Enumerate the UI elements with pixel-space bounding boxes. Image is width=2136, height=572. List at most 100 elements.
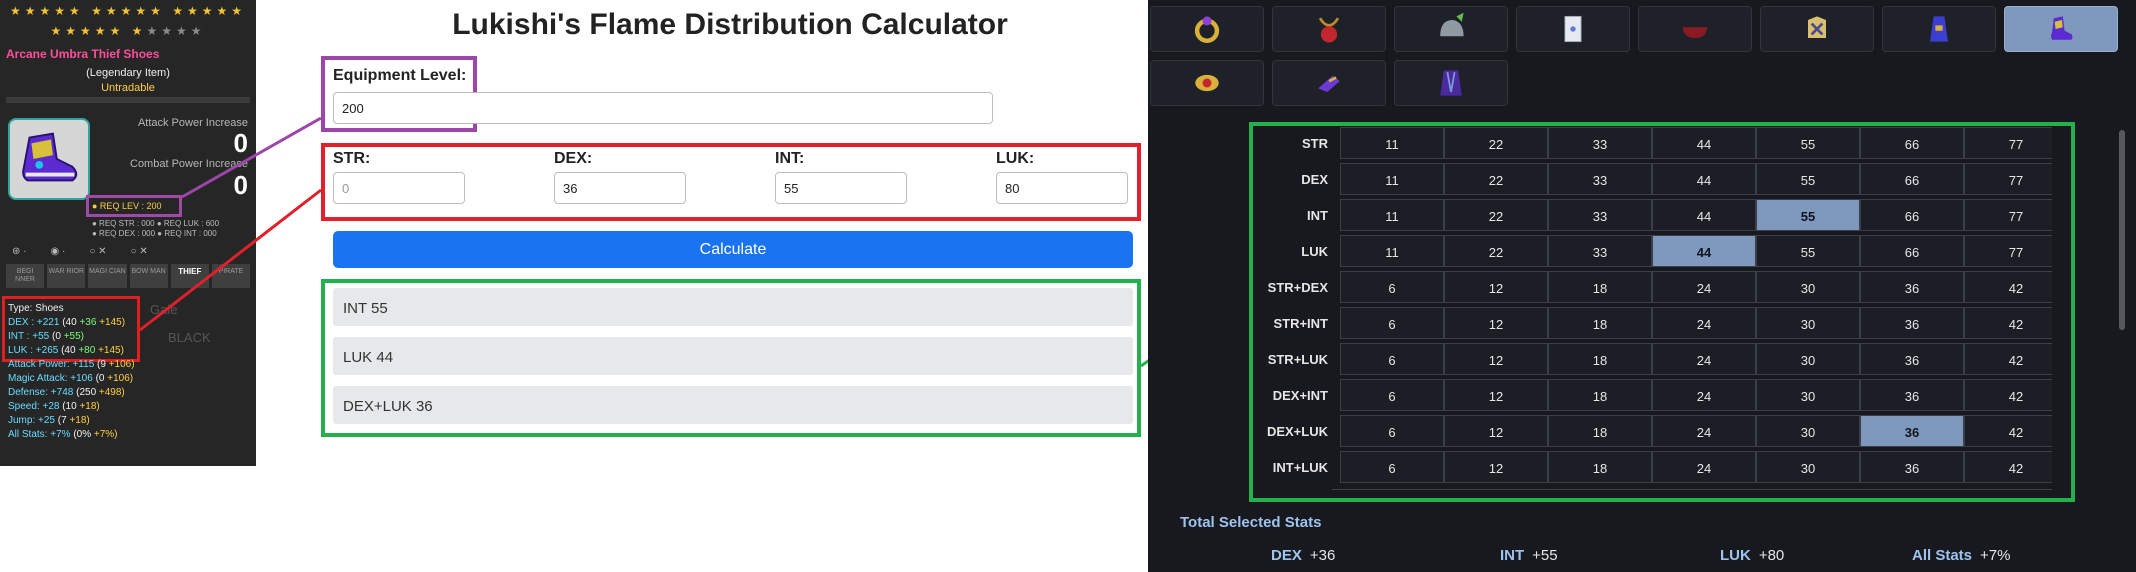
calculate-button[interactable]: Calculate <box>333 231 1133 268</box>
grid-cell[interactable]: 66 <box>1860 127 1964 159</box>
equipment-level-input[interactable] <box>333 92 993 124</box>
grid-cell[interactable]: 11 <box>1340 127 1444 159</box>
grid-cell[interactable]: 18 <box>1548 307 1652 339</box>
grid-cell[interactable]: 55 <box>1756 199 1860 231</box>
grid-cell[interactable]: 18 <box>1548 379 1652 411</box>
grid-cell[interactable]: 66 <box>1860 199 1964 231</box>
grid-cell[interactable]: 6 <box>1340 451 1444 483</box>
grid-cell[interactable]: 22 <box>1444 163 1548 195</box>
equip-tile-armor[interactable] <box>1760 6 1874 52</box>
equip-tile-shoes[interactable] <box>2004 6 2118 52</box>
int-label: INT: <box>775 150 805 167</box>
grid-cell[interactable]: 22 <box>1444 199 1548 231</box>
grid-cell[interactable]: 11 <box>1340 235 1444 267</box>
grid-cell[interactable]: 18 <box>1548 271 1652 303</box>
grid-cell[interactable]: 77 <box>1964 199 2052 231</box>
grid-cell[interactable]: 42 <box>1964 451 2052 483</box>
grid-cell[interactable]: 6 <box>1340 379 1444 411</box>
grid-cell[interactable]: 30 <box>1756 415 1860 447</box>
grid-cell[interactable]: 33 <box>1548 163 1652 195</box>
grid-cell[interactable]: 77 <box>1964 235 2052 267</box>
grid-cell[interactable]: 36 <box>1860 451 1964 483</box>
grid-row-label: STR <box>1302 136 1328 151</box>
grid-cell[interactable]: 30 <box>1756 451 1860 483</box>
cape-icon <box>1440 70 1462 96</box>
equip-tile-pendant[interactable] <box>1272 6 1386 52</box>
grid-cell[interactable]: 36 <box>1860 307 1964 339</box>
job-thief: THIEF <box>170 264 209 288</box>
grid-cell[interactable]: 24 <box>1652 271 1756 303</box>
grid-cell[interactable]: 24 <box>1652 415 1756 447</box>
grid-cell[interactable]: 42 <box>1964 415 2052 447</box>
grid-cell[interactable]: 30 <box>1756 307 1860 339</box>
equip-tile-ring[interactable] <box>1150 6 1264 52</box>
grid-cell[interactable]: 18 <box>1548 343 1652 375</box>
dex-field-group: DEX: <box>554 148 704 204</box>
grid-cell[interactable]: 18 <box>1548 451 1652 483</box>
grid-cell[interactable]: 12 <box>1444 415 1548 447</box>
grid-scrollbar[interactable] <box>2119 130 2125 330</box>
grid-cell[interactable]: 44 <box>1652 199 1756 231</box>
grid-cell[interactable]: 18 <box>1548 415 1652 447</box>
grid-cell[interactable]: 11 <box>1340 199 1444 231</box>
grid-cell[interactable]: 77 <box>1964 163 2052 195</box>
grid-cell[interactable]: 36 <box>1860 415 1964 447</box>
grid-row-dex-luk: DEX+LUK 6 12 18 24 30 36 42 <box>1252 415 2052 447</box>
grid-cell[interactable]: 12 <box>1444 343 1548 375</box>
grid-cell[interactable]: 12 <box>1444 379 1548 411</box>
equip-tile-card[interactable] <box>1516 6 1630 52</box>
grid-cell[interactable]: 12 <box>1444 451 1548 483</box>
grid-cell[interactable]: 12 <box>1444 307 1548 339</box>
grid-cell[interactable]: 24 <box>1652 307 1756 339</box>
grid-cell[interactable]: 33 <box>1548 235 1652 267</box>
grid-cell[interactable]: 66 <box>1860 235 1964 267</box>
grid-cell[interactable]: 42 <box>1964 307 2052 339</box>
armor-icon <box>1808 16 1826 38</box>
star-force-row-2: ★★★★★ ★★★★★ <box>50 24 206 38</box>
grid-cell[interactable]: 36 <box>1860 271 1964 303</box>
grid-cell[interactable]: 22 <box>1444 127 1548 159</box>
equip-tile-belt[interactable] <box>1150 60 1264 106</box>
tooltip-divider <box>6 97 250 103</box>
grid-cell[interactable]: 77 <box>1964 127 2052 159</box>
grid-cell[interactable]: 44 <box>1652 235 1756 267</box>
str-input[interactable] <box>333 172 465 204</box>
int-input[interactable] <box>775 172 907 204</box>
grid-cell[interactable]: 6 <box>1340 307 1444 339</box>
grid-cell[interactable]: 55 <box>1756 163 1860 195</box>
grid-cell[interactable]: 33 <box>1548 199 1652 231</box>
grid-cell[interactable]: 44 <box>1652 163 1756 195</box>
grid-cell[interactable]: 55 <box>1756 235 1860 267</box>
grid-cell[interactable]: 30 <box>1756 379 1860 411</box>
grid-cell[interactable]: 24 <box>1652 451 1756 483</box>
grid-cell[interactable]: 24 <box>1652 343 1756 375</box>
grid-cell[interactable]: 6 <box>1340 415 1444 447</box>
dex-input[interactable] <box>554 172 686 204</box>
grid-cell[interactable]: 36 <box>1860 379 1964 411</box>
equip-tile-robe[interactable] <box>1882 6 1996 52</box>
equip-tile-glove[interactable] <box>1272 60 1386 106</box>
job-row: BEGI NNER WAR RIOR MAGI CIAN BOW MAN THI… <box>6 264 251 288</box>
grid-cell[interactable]: 6 <box>1340 271 1444 303</box>
grid-cell[interactable]: 12 <box>1444 271 1548 303</box>
equip-tile-cape[interactable] <box>1394 60 1508 106</box>
grid-cell[interactable]: 42 <box>1964 343 2052 375</box>
equip-tile-hat[interactable] <box>1638 6 1752 52</box>
grid-cell[interactable]: 30 <box>1756 271 1860 303</box>
grid-cell[interactable]: 66 <box>1860 163 1964 195</box>
grid-cell[interactable]: 36 <box>1860 343 1964 375</box>
shoes-icon <box>22 132 78 182</box>
grid-cell[interactable]: 33 <box>1548 127 1652 159</box>
grid-cell[interactable]: 6 <box>1340 343 1444 375</box>
grid-cell[interactable]: 44 <box>1652 127 1756 159</box>
luk-input[interactable] <box>996 172 1128 204</box>
dex-label: DEX: <box>554 150 593 167</box>
grid-cell[interactable]: 24 <box>1652 379 1756 411</box>
equip-tile-helmet[interactable] <box>1394 6 1508 52</box>
grid-cell[interactable]: 55 <box>1756 127 1860 159</box>
grid-cell[interactable]: 42 <box>1964 379 2052 411</box>
grid-cell[interactable]: 30 <box>1756 343 1860 375</box>
grid-cell[interactable]: 22 <box>1444 235 1548 267</box>
grid-cell[interactable]: 42 <box>1964 271 2052 303</box>
grid-cell[interactable]: 11 <box>1340 163 1444 195</box>
